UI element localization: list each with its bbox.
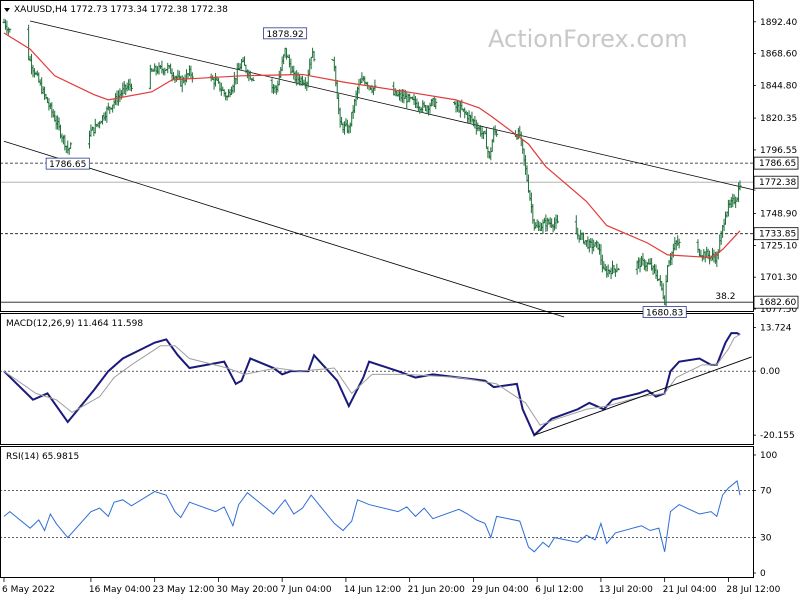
price-axis-label: 1868.60 bbox=[760, 50, 797, 60]
fib-level-label: 38.2 bbox=[715, 292, 735, 302]
price-axis-label: 1844.80 bbox=[760, 81, 797, 91]
price-annotation-label: 1680.83 bbox=[646, 309, 683, 319]
signal-line bbox=[3, 333, 741, 426]
time-axis-label: 6 May 2022 bbox=[2, 585, 55, 595]
rsi-line bbox=[3, 480, 741, 553]
moving-average-line bbox=[3, 32, 741, 259]
chart-canvas: ActionForex.com XAUUSD,H4 1772.73 1773.3… bbox=[0, 0, 799, 595]
rsi-axis-label: 30 bbox=[760, 534, 772, 544]
forex-chart: ActionForex.com XAUUSD,H4 1772.73 1773.3… bbox=[0, 0, 800, 600]
price-tag-label: 1772.38 bbox=[759, 178, 796, 188]
rsi-axis-label: 0 bbox=[760, 569, 766, 579]
price-tag-label: 1786.65 bbox=[759, 159, 796, 169]
price-axis-label: 1748.90 bbox=[760, 210, 797, 220]
rsi-panel-frame bbox=[0, 446, 754, 578]
price-annotation-label: 1786.65 bbox=[49, 160, 86, 170]
time-axis-label: 21 Jul 04:00 bbox=[663, 585, 717, 595]
rsi-axis-label: 70 bbox=[760, 486, 772, 496]
price-axis-label: 1725.10 bbox=[760, 241, 797, 251]
macd-axis-label: -20.155 bbox=[760, 431, 795, 441]
time-axis-label: 28 Jul 12:00 bbox=[726, 585, 780, 595]
time-axis-label: 13 Jul 20:00 bbox=[599, 585, 653, 595]
watermark: ActionForex.com bbox=[488, 25, 688, 53]
chart-marks: 1786.65 1878.92 1680.83 38.2 1892.40 1868.60 1… bbox=[0, 18, 799, 595]
macd-trendline bbox=[534, 356, 752, 436]
macd-axis-label: 0.00 bbox=[760, 367, 780, 377]
price-axis-label: 1892.40 bbox=[760, 18, 797, 28]
time-axis-label: 14 Jun 12:00 bbox=[344, 585, 401, 595]
time-axis-label: 6 Jul 12:00 bbox=[535, 585, 584, 595]
time-axis-label: 29 Jun 04:00 bbox=[471, 585, 528, 595]
price-axis-label: 1701.30 bbox=[760, 273, 797, 283]
time-axis-label: 21 Jun 20:00 bbox=[408, 585, 465, 595]
time-axis-label: 7 Jun 04:00 bbox=[280, 585, 332, 595]
collapse-triangle-icon[interactable] bbox=[4, 8, 10, 12]
price-axis-label: 1820.35 bbox=[760, 114, 797, 124]
price-axis-label: 1796.55 bbox=[760, 146, 797, 156]
price-tag-label: 1682.60 bbox=[759, 298, 796, 308]
time-axis-label: 23 May 12:00 bbox=[153, 585, 215, 595]
rsi-axis-label: 100 bbox=[760, 451, 777, 461]
price-tag-label: 1733.85 bbox=[759, 230, 796, 240]
macd-line bbox=[3, 332, 741, 437]
price-panel-header: XAUUSD,H4 1772.73 1773.34 1772.38 1772.3… bbox=[14, 5, 228, 15]
macd-panel-header: MACD(12,26,9) 11.464 11.598 bbox=[6, 319, 143, 329]
time-axis-label: 16 May 04:00 bbox=[89, 585, 151, 595]
price-annotation-label: 1878.92 bbox=[266, 30, 303, 40]
macd-axis-label: 13.724 bbox=[760, 324, 792, 334]
time-axis-label: 30 May 20:00 bbox=[216, 585, 278, 595]
rsi-panel-header: RSI(14) 65.9815 bbox=[6, 452, 79, 462]
